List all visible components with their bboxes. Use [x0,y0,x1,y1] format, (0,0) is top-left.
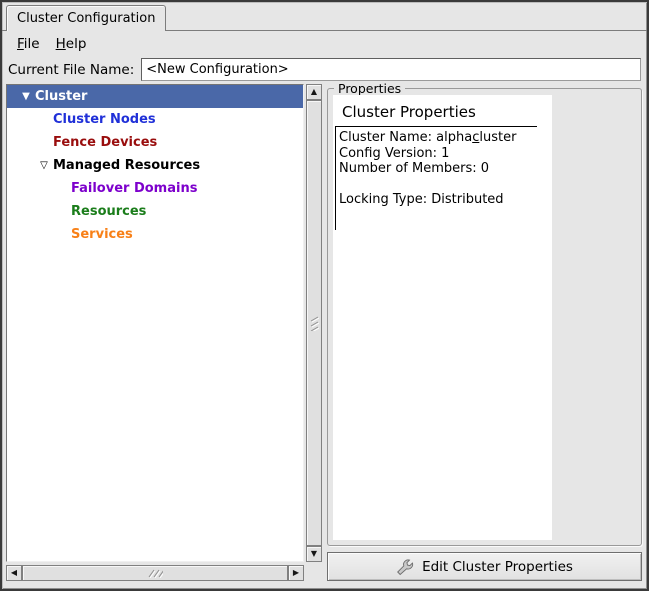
tree-horizontal-scrollbar[interactable]: ◀ ▶ [6,565,304,581]
tab-label: Cluster Configuration [17,11,155,26]
tree-item-label: Cluster [35,89,93,104]
menu-help[interactable]: Help [48,33,95,55]
edit-button-label: Edit Cluster Properties [422,559,573,575]
tree-area: ▼ClusterCluster NodesFence Devices▽Manag… [6,84,322,562]
wrench-icon [396,557,415,576]
tree-item-fence-devices[interactable]: Fence Devices [7,131,303,154]
property-line: Cluster Name: alphacluster [339,130,537,146]
properties-frame: Properties Cluster Properties Cluster Na… [327,88,642,546]
menu-file[interactable]: File [9,33,48,55]
tree-item-label: Cluster Nodes [53,112,162,127]
properties-title: Cluster Properties [342,103,552,121]
tree-item-services[interactable]: Services [7,223,303,246]
scroll-grip-icon [147,568,163,578]
scroll-grip-icon [309,315,319,331]
tree-item-label: Resources [71,204,152,219]
tree-item-resources[interactable]: Resources [7,200,303,223]
scroll-left-icon[interactable]: ◀ [6,565,22,581]
current-file-name-input[interactable] [141,58,641,81]
property-line: Locking Type: Distributed [339,192,537,208]
tree-item-label: Managed Resources [53,158,206,173]
properties-frame-label: Properties [334,81,405,96]
scroll-up-icon[interactable]: ▲ [306,84,322,100]
edit-cluster-properties-button[interactable]: Edit Cluster Properties [327,552,642,581]
main-area: ▼ClusterCluster NodesFence Devices▽Manag… [2,83,647,589]
tree-item-label: Failover Domains [71,181,203,196]
properties-fields: Cluster Name: alphaclusterConfig Version… [335,126,537,230]
tree-vertical-scrollbar[interactable]: ▲ ▼ [306,84,322,562]
tree-item-managed-resources[interactable]: ▽Managed Resources [7,154,303,177]
menu-bar: File Help [2,31,647,56]
scroll-right-icon[interactable]: ▶ [288,565,304,581]
property-line: Number of Members: 0 [339,161,537,177]
current-file-name-label: Current File Name: [8,62,134,78]
expander-icon[interactable]: ▽ [35,161,53,171]
cluster-tree: ▼Cluster Cluster Nodes Fence Devices ▽Manag… [6,84,304,562]
cluster-tree-pane: ▼ClusterCluster NodesFence Devices▽Manag… [6,84,322,581]
notebook-tabstrip: Cluster Configuration [2,2,647,31]
tree-item-failover-domains[interactable]: Failover Domains [7,177,303,200]
properties-pane: Properties Cluster Properties Cluster Na… [327,84,642,581]
tree-item-label: Fence Devices [53,135,163,150]
property-line: Config Version: 1 [339,146,537,162]
scroll-down-icon[interactable]: ▼ [306,546,322,562]
properties-content: Cluster Properties Cluster Name: alphacl… [333,95,552,540]
tree-item-cluster-nodes[interactable]: Cluster Nodes [7,108,303,131]
file-name-bar: Current File Name: [2,56,647,83]
tree-item-label: Services [71,227,139,242]
cluster-configuration-window: Cluster Configuration File Help Current … [0,0,649,591]
expander-icon[interactable]: ▼ [17,92,35,102]
tab-cluster-configuration[interactable]: Cluster Configuration [6,5,166,31]
horizontal-scroll-thumb[interactable] [22,565,288,581]
property-line [339,177,537,193]
tree-item-cluster[interactable]: ▼Cluster [7,85,303,108]
vertical-scroll-thumb[interactable] [306,100,322,546]
